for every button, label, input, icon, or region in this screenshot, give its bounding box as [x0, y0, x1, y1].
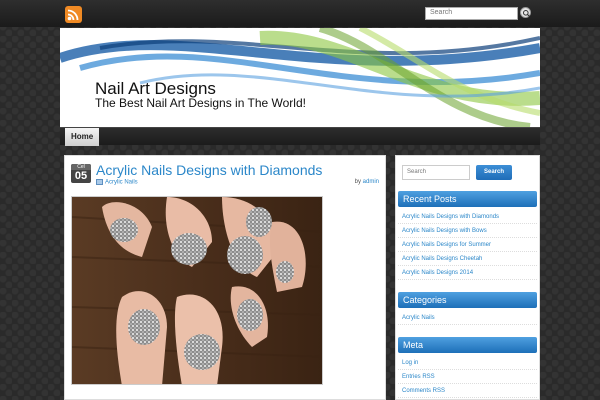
categories-list: Acrylic Nails — [398, 311, 537, 325]
recent-posts-title: Recent Posts — [398, 191, 537, 207]
meta-title: Meta — [398, 337, 537, 353]
post-image[interactable] — [71, 196, 323, 385]
post-by-label: by — [354, 179, 361, 185]
category-icon — [96, 179, 103, 185]
post-category[interactable]: Acrylic Nails — [96, 179, 138, 186]
post-category-label[interactable]: Acrylic Nails — [105, 180, 138, 186]
recent-post-link[interactable]: Acrylic Nails Designs with Diamonds — [398, 210, 537, 224]
recent-post-link[interactable]: Acrylic Nails Designs with Bows — [398, 224, 537, 238]
site-header: Nail Art Designs The Best Nail Art Desig… — [60, 28, 540, 127]
sidebar-search-button[interactable]: Search — [476, 165, 512, 180]
recent-posts-list: Acrylic Nails Designs with Diamonds Acry… — [398, 210, 537, 280]
header-swoosh-graphic — [60, 28, 540, 127]
categories-title: Categories — [398, 292, 537, 308]
site-description: The Best Nail Art Designs in The World! — [95, 96, 306, 110]
post-title[interactable]: Acrylic Nails Designs with Diamonds — [96, 162, 322, 178]
meta-list: Log in Entries RSS Comments RSS — [398, 356, 537, 398]
post-date-day: 05 — [74, 170, 88, 182]
category-link[interactable]: Acrylic Nails — [398, 311, 537, 325]
post-content: Cel 05 Acrylic Nails Designs with Diamon… — [64, 155, 386, 400]
post-author-line: by admin — [355, 179, 379, 185]
nav-item-home[interactable]: Home — [65, 128, 100, 146]
top-bar: Search — [0, 0, 600, 27]
main-nav: Home — [60, 127, 540, 146]
meta-link-entries-rss[interactable]: Entries RSS — [398, 370, 537, 384]
meta-link-comments-rss[interactable]: Comments RSS — [398, 384, 537, 398]
meta-link-login[interactable]: Log in — [398, 356, 537, 370]
recent-post-link[interactable]: Acrylic Nails Designs Cheetah — [398, 252, 537, 266]
post-date-badge: Cel 05 — [71, 164, 91, 183]
rss-icon[interactable] — [65, 6, 82, 23]
sidebar: Search Search Recent Posts Acrylic Nails… — [395, 155, 540, 400]
recent-post-link[interactable]: Acrylic Nails Designs 2014 — [398, 266, 537, 280]
sidebar-search-input[interactable]: Search — [402, 165, 470, 180]
post-author[interactable]: admin — [363, 179, 379, 185]
recent-post-link[interactable]: Acrylic Nails Designs for Summer — [398, 238, 537, 252]
top-search-input[interactable]: Search — [425, 7, 518, 20]
search-icon[interactable] — [520, 7, 531, 18]
